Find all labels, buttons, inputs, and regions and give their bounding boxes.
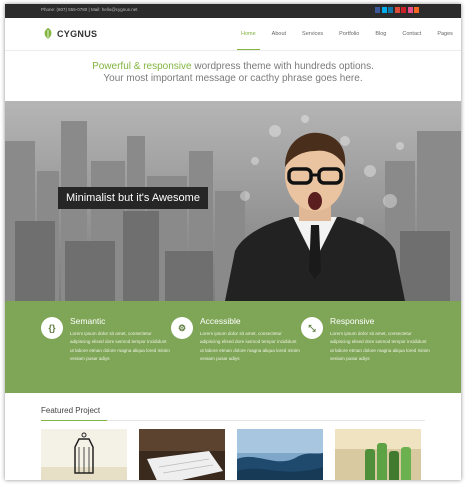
tagline-line-2: Your most important message or cacthy ph… <box>103 73 363 84</box>
site-logo[interactable]: CYGNUS <box>43 28 97 39</box>
nav-about[interactable]: About <box>264 18 294 50</box>
tagline-accent: Powerful & responsive <box>92 61 192 72</box>
nav-pages[interactable]: Pages <box>429 18 461 50</box>
feature-body: Lorem ipsum dolor sit amet, consectetur … <box>330 331 430 361</box>
tagline: Powerful & responsive wordpress theme wi… <box>5 61 461 85</box>
gear-icon: ⚙ <box>171 317 193 339</box>
feature-title: Responsive <box>330 316 375 326</box>
nav-home[interactable]: Home <box>233 18 264 50</box>
feature-body: Lorem ipsum dolor sit amet, consectetur … <box>70 331 170 361</box>
featured-divider-accent <box>41 420 107 421</box>
project-thumb-birdcage[interactable] <box>41 429 127 480</box>
features-section: {} Semantic Lorem ipsum dolor sit amet, … <box>5 301 461 393</box>
main-nav: Home About Services Portfolio Blog Conta… <box>233 18 461 50</box>
feature-title: Accessible <box>200 316 241 326</box>
nav-portfolio[interactable]: Portfolio <box>331 18 367 50</box>
facebook-icon[interactable] <box>375 7 380 13</box>
leaf-logo-icon <box>44 28 52 39</box>
logo-text: CYGNUS <box>57 28 98 39</box>
site-header: CYGNUS Home About Services Portfolio Blo… <box>5 18 461 51</box>
project-thumb-bottles[interactable] <box>335 429 421 480</box>
page-frame: Phone: (607) 555-0780 | Mail: hello@cygn… <box>5 4 461 480</box>
hero-person-image <box>225 132 405 301</box>
pinterest-icon[interactable] <box>401 7 406 13</box>
contact-info: Phone: (607) 555-0780 | Mail: hello@cygn… <box>41 7 138 12</box>
rss-icon[interactable] <box>414 7 419 13</box>
tagline-line-1: Powerful & responsive wordpress theme wi… <box>5 61 461 73</box>
resize-icon: ⤡ <box>301 317 323 339</box>
feature-title: Semantic <box>70 316 106 326</box>
hero-slider: Minimalist but it's Awesome <box>5 101 461 301</box>
project-thumb-ocean[interactable] <box>237 429 323 480</box>
nav-blog[interactable]: Blog <box>367 18 394 50</box>
top-bar: Phone: (607) 555-0780 | Mail: hello@cygn… <box>5 4 461 18</box>
featured-project-heading: Featured Project <box>41 406 101 415</box>
social-links <box>375 7 419 13</box>
project-thumb-notebook[interactable] <box>139 429 225 480</box>
linkedin-icon[interactable] <box>388 7 393 13</box>
dribbble-icon[interactable] <box>407 7 413 13</box>
twitter-icon[interactable] <box>381 7 387 13</box>
tagline-line-1-rest: wordpress theme with hundreds options. <box>191 61 374 72</box>
feature-body: Lorem ipsum dolor sit amet, consectetur … <box>200 331 300 361</box>
nav-services[interactable]: Services <box>294 18 331 50</box>
google-plus-icon[interactable] <box>394 7 400 13</box>
nav-contact[interactable]: Contact <box>394 18 429 50</box>
code-icon: {} <box>41 317 63 339</box>
hero-caption: Minimalist but it's Awesome <box>58 187 208 209</box>
